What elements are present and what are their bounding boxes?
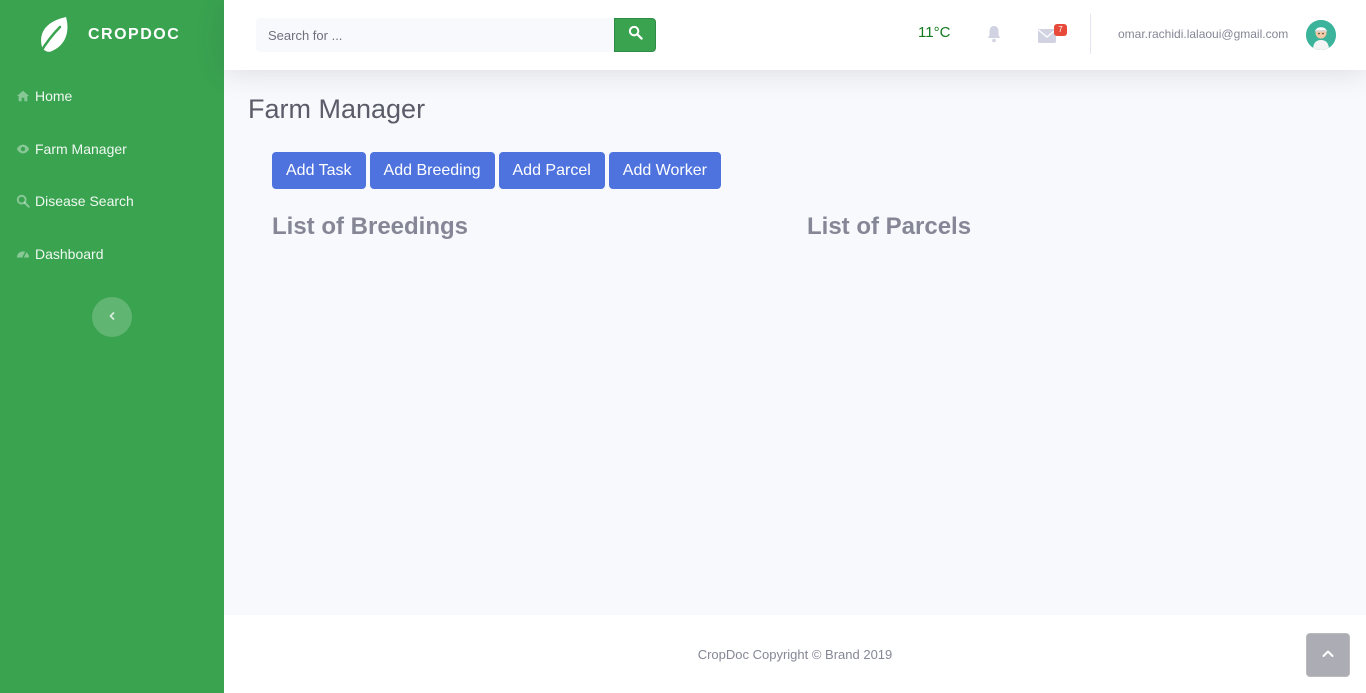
chevron-up-icon	[1322, 646, 1334, 664]
parcels-list-title: List of Parcels	[807, 213, 972, 240]
brand-name: CROPDOC	[88, 26, 181, 43]
add-worker-button[interactable]: Add Worker	[608, 152, 721, 189]
messages-button[interactable]: 7	[1038, 24, 1068, 44]
eye-icon	[16, 142, 30, 156]
add-parcel-button[interactable]: Add Parcel	[498, 152, 605, 189]
page-title: Farm Manager	[248, 94, 426, 124]
add-breeding-button[interactable]: Add Breeding	[369, 152, 495, 189]
messages-count-badge: 7	[1054, 24, 1067, 36]
brand[interactable]: CROPDOC	[0, 0, 224, 70]
search-icon	[628, 25, 643, 45]
leaf-icon	[36, 15, 72, 55]
tachometer-icon	[16, 247, 30, 261]
sidebar-item-home[interactable]: Home	[0, 70, 224, 123]
topbar-divider	[1090, 14, 1091, 54]
search-form	[256, 18, 656, 52]
topbar: 11°C 7 omar.rachidi.lalaoui@gmail.com	[224, 0, 1366, 70]
sidebar-item-label: Home	[35, 88, 73, 105]
sidebar-nav: Home Farm Manager Disease Search Dashboa…	[0, 70, 224, 280]
sidebar-item-dashboard[interactable]: Dashboard	[0, 228, 224, 281]
scroll-to-top-button[interactable]	[1306, 633, 1350, 677]
action-buttons: Add Task Add Breeding Add Parcel Add Wor…	[272, 152, 721, 189]
sidebar-toggle-button[interactable]	[92, 297, 132, 337]
search-icon	[16, 194, 30, 208]
chevron-left-icon	[107, 308, 117, 326]
user-email[interactable]: omar.rachidi.lalaoui@gmail.com	[1118, 27, 1288, 41]
home-icon	[16, 89, 30, 103]
alerts-button[interactable]	[986, 25, 1002, 43]
search-input[interactable]	[256, 18, 614, 52]
avatar[interactable]	[1306, 20, 1336, 50]
copyright-text: CropDoc Copyright © Brand 2019	[697, 647, 893, 662]
footer: CropDoc Copyright © Brand 2019	[224, 615, 1366, 693]
breedings-list-title: List of Breedings	[272, 213, 469, 240]
bell-icon	[986, 26, 1002, 47]
sidebar-item-label: Dashboard	[35, 245, 104, 262]
sidebar-item-label: Farm Manager	[35, 140, 127, 157]
sidebar-item-disease-search[interactable]: Disease Search	[0, 175, 224, 228]
add-task-button[interactable]: Add Task	[272, 152, 366, 189]
sidebar-item-label: Disease Search	[35, 193, 134, 210]
sidebar-item-farm-manager[interactable]: Farm Manager	[0, 123, 224, 176]
search-button[interactable]	[614, 18, 656, 52]
sidebar: CROPDOC Home Farm Manager Disease Search…	[0, 0, 224, 693]
temperature-readout: 11°C	[918, 24, 951, 41]
